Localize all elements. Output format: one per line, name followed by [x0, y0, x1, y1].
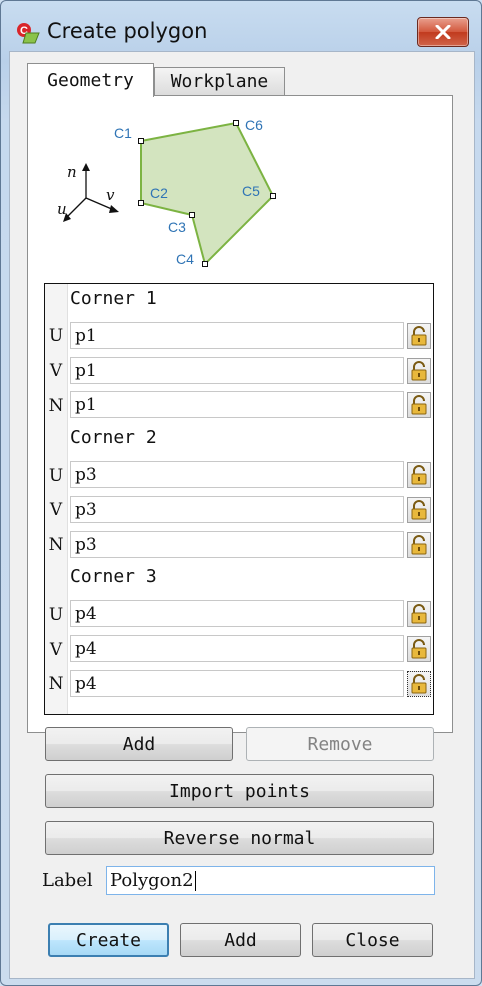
corner-marker-c4	[202, 261, 208, 267]
corner-list-filler	[45, 701, 433, 714]
close-window-button[interactable]	[417, 17, 469, 47]
label-input-value: Polygon2	[110, 870, 194, 891]
lock-icon	[411, 673, 427, 694]
corner-header: Corner 2	[45, 423, 433, 459]
close-button[interactable]: Close	[312, 923, 433, 957]
lock-icon	[411, 534, 427, 555]
corner-coordinate-row: Vp4	[45, 632, 433, 667]
coordinate-input[interactable]: p4	[70, 600, 404, 628]
axis-label-n: n	[67, 163, 77, 181]
axis-label-v: v	[106, 186, 115, 204]
coordinate-input[interactable]: p3	[70, 495, 404, 523]
corner-coordinate-row: Np1	[45, 388, 433, 424]
corner-coordinate-row: Vp1	[45, 353, 433, 389]
corner-list[interactable]: Corner 1 Up1 Vp1 Np1 Corner 2 Up3 Vp3 Np3 Corner…	[44, 283, 434, 715]
lock-toggle-button[interactable]	[407, 531, 431, 558]
axis-label: N	[45, 666, 68, 702]
corner-label-c4: C4	[176, 251, 194, 267]
corner-coordinate-row: Up4	[45, 597, 433, 633]
row-gutter	[45, 284, 68, 319]
create-button[interactable]: Create	[48, 923, 169, 957]
lock-toggle-button[interactable]	[407, 496, 431, 523]
corner-header-label: Corner 2	[70, 427, 157, 449]
lock-icon	[411, 639, 427, 659]
corner-coordinate-row: Up1	[45, 318, 433, 354]
close-icon	[435, 25, 451, 39]
axis-label: V	[45, 353, 68, 389]
app-icon: C	[17, 23, 40, 44]
corner-coordinate-row: Np4	[45, 666, 433, 702]
axis-label: U	[45, 597, 68, 633]
corner-marker-c1	[138, 138, 144, 144]
import-points-button[interactable]: Import points	[45, 774, 434, 808]
corner-header: Corner 1	[45, 284, 433, 319]
lock-icon	[411, 395, 427, 415]
lock-icon	[411, 499, 427, 520]
corner-header-label: Corner 1	[70, 288, 157, 309]
lock-icon	[411, 604, 427, 624]
lock-toggle-button[interactable]	[407, 322, 431, 349]
corner-label-c3: C3	[168, 219, 186, 235]
coordinate-input[interactable]: p4	[70, 635, 404, 662]
polygon-diagram: C1 C2 C3 C4 C5 C6 n v u	[57, 117, 276, 267]
corner-marker-c2	[138, 200, 144, 206]
corner-label-c6: C6	[245, 117, 263, 133]
coordinate-input[interactable]: p1	[70, 391, 404, 419]
coordinate-input[interactable]: p1	[70, 321, 404, 349]
corner-label-c5: C5	[242, 183, 260, 199]
corner-coordinate-row: Up3	[45, 458, 433, 493]
text-caret	[194, 871, 196, 891]
axis-label: V	[45, 492, 68, 528]
axis-label-u: u	[57, 200, 67, 218]
corner-label-c2: C2	[150, 185, 168, 201]
tab-workplane[interactable]: Workplane	[154, 67, 285, 95]
row-gutter	[45, 701, 68, 714]
lock-icon	[411, 325, 427, 346]
lock-icon	[411, 465, 427, 485]
axis-label: U	[45, 318, 68, 354]
lock-toggle-button[interactable]	[407, 462, 431, 488]
lock-icon	[411, 360, 427, 381]
lock-toggle-button[interactable]	[407, 670, 431, 697]
label-caption: Label	[42, 870, 93, 891]
reverse-normal-button[interactable]: Reverse normal	[45, 821, 434, 855]
add-corner-button[interactable]: Add	[45, 727, 233, 761]
corner-header-label: Corner 3	[70, 566, 157, 588]
coordinate-input[interactable]: p3	[70, 461, 404, 488]
coordinate-input[interactable]: p3	[70, 530, 404, 558]
lock-toggle-button[interactable]	[407, 392, 431, 419]
lock-toggle-button[interactable]	[407, 601, 431, 628]
lock-toggle-button[interactable]	[407, 357, 431, 384]
add-button[interactable]: Add	[180, 923, 301, 957]
lock-toggle-button[interactable]	[407, 636, 431, 662]
coordinate-input[interactable]: p1	[70, 356, 404, 384]
corner-label-c1: C1	[114, 125, 132, 141]
corner-marker-c3	[189, 212, 195, 218]
row-gutter	[45, 423, 68, 459]
corner-coordinate-row: Vp3	[45, 492, 433, 528]
tab-geometry[interactable]: Geometry	[27, 63, 154, 97]
corner-marker-c6	[233, 120, 239, 126]
row-gutter	[45, 562, 68, 598]
label-input[interactable]: Polygon2	[106, 866, 435, 895]
axis-label: U	[45, 458, 68, 493]
corner-coordinate-row: Np3	[45, 527, 433, 563]
axis-label: N	[45, 388, 68, 424]
corner-marker-c5	[270, 193, 276, 199]
remove-corner-button[interactable]: Remove	[246, 727, 434, 761]
coordinate-input[interactable]: p4	[70, 669, 404, 697]
corner-header: Corner 3	[45, 562, 433, 598]
window-title: Create polygon	[47, 19, 208, 43]
axis-label: N	[45, 527, 68, 563]
axis-label: V	[45, 632, 68, 667]
